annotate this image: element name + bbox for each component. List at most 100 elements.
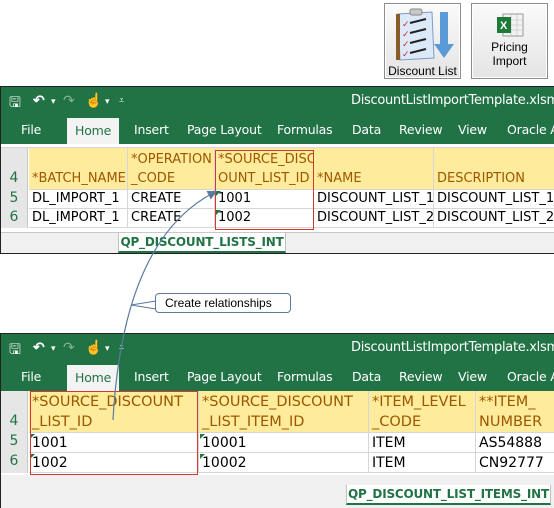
table-cell[interactable]: 1001 (29, 433, 199, 453)
touch-dropdown-icon[interactable]: ▾ (105, 343, 110, 354)
tab-view[interactable]: View (458, 369, 487, 384)
number-as-text-indicator (200, 434, 205, 439)
sheet-tab-qp-discount-lists-int[interactable]: QP_DISCOUNT_LISTS_INT (118, 233, 286, 253)
tab-formulas[interactable]: Formulas (277, 122, 333, 137)
callout-pointer (130, 300, 157, 310)
undo-dropdown-icon[interactable]: ▾ (51, 96, 56, 107)
table-cell[interactable]: DL_IMPORT_1 (29, 209, 128, 228)
table-cell[interactable]: AS54888 (476, 433, 554, 453)
header-cell[interactable]: DESCRIPTION (434, 148, 554, 190)
header-cell[interactable]: *SOURCE_DISCOUNT_LIST_ID (215, 148, 314, 190)
header-cell[interactable]: *ITEM_LEVEL _CODE (369, 391, 476, 433)
excel-window-discount-list-items: 🖫 ↶ ▾ ↷ ☝ ▾ ⩡ DiscountListImportTemplate… (0, 333, 554, 508)
tab-home[interactable]: Home (67, 365, 120, 391)
table-cell[interactable]: 1002 (29, 453, 199, 473)
svg-text:✓: ✓ (402, 29, 410, 39)
header-cell[interactable]: **ITEM_ NUMBER (476, 391, 554, 433)
table-cell[interactable]: DISCOUNT_LIST_1 (314, 190, 434, 209)
table-cell[interactable]: ITEM (369, 433, 476, 453)
table-cell[interactable]: 1002 (215, 209, 314, 228)
sheet-tabs-bar: QP_DISCOUNT_LIST_ITEMS_INT (1, 475, 554, 508)
discount-list-label: Discount List (388, 64, 457, 78)
table-cell[interactable]: 1001 (215, 190, 314, 209)
customize-qat-icon[interactable]: ⩡ (119, 342, 124, 353)
tab-page-layout[interactable]: Page Layout (187, 122, 262, 137)
touch-dropdown-icon[interactable]: ▾ (105, 96, 110, 107)
callout-create-relationships: Create relationships (155, 293, 291, 313)
undo-icon[interactable]: ↶ (33, 92, 45, 109)
row-header-5[interactable]: 5 (1, 190, 28, 209)
header-cell[interactable]: *SOURCE_DISCOUNT_LIST_ID (29, 391, 199, 433)
header-line2: _CODE (131, 171, 176, 186)
tab-insert[interactable]: Insert (134, 122, 169, 137)
row-header-5[interactable]: 5 (1, 433, 28, 453)
row-header-6[interactable]: 6 (1, 209, 28, 228)
tab-oracle[interactable]: Oracle A (507, 369, 554, 384)
tab-formulas[interactable]: Formulas (277, 369, 333, 384)
table-cell[interactable]: DL_IMPORT_1 (29, 190, 128, 209)
table-cell[interactable]: CN92777 (476, 453, 554, 473)
header-line1 (32, 150, 127, 169)
ribbon-tabs: File Home Insert Page Layout Formulas Da… (1, 115, 554, 144)
table-cell[interactable]: DISCOUNT_LIST_2 (434, 209, 554, 228)
sheet-tabs-bar: QP_DISCOUNT_LISTS_INT (1, 232, 554, 253)
header-line1: **ITEM_ (479, 394, 536, 410)
number-as-text-indicator (30, 434, 35, 439)
table-cell[interactable]: CREATE (128, 209, 215, 228)
save-icon[interactable]: 🖫 (9, 92, 21, 116)
number-as-text-indicator (216, 191, 221, 196)
tab-file[interactable]: File (21, 122, 41, 137)
touch-mode-icon[interactable]: ☝ (85, 92, 102, 109)
excel-icon: X (497, 13, 524, 37)
header-line2: *BATCH_NAME (32, 171, 126, 186)
header-cell[interactable]: *SOURCE_DISCOUNT _LIST_ITEM_ID (199, 391, 369, 433)
header-line2: *NAME (317, 171, 362, 186)
tab-view[interactable]: View (458, 122, 487, 137)
svg-text:X: X (500, 20, 508, 32)
undo-dropdown-icon[interactable]: ▾ (51, 343, 56, 354)
title-bar: 🖫 ↶ ▾ ↷ ☝ ▾ ⩡ DiscountListImportTemplate… (1, 334, 554, 362)
tab-home[interactable]: Home (67, 118, 120, 144)
table-cell[interactable]: DISCOUNT_LIST_2 (314, 209, 434, 228)
header-line2: _LIST_ITEM_ID (202, 414, 305, 430)
discount-list-button[interactable]: ✓ ✓ ✓ ✓ Discount List (384, 3, 461, 79)
table-cell[interactable]: 10001 (199, 433, 369, 453)
header-cell[interactable]: *OPERATION _CODE (128, 148, 215, 190)
header-line2: NUMBER (479, 414, 543, 430)
excel-window-discount-lists: 🖫 ↶ ▾ ↷ ☝ ▾ ⩡ DiscountListImportTemplate… (0, 86, 554, 254)
ribbon-tabs: File Home Insert Page Layout Formulas Da… (1, 362, 554, 391)
table-cell[interactable]: 10002 (199, 453, 369, 473)
row-header-6[interactable]: 6 (1, 453, 28, 473)
header-line1 (317, 150, 433, 169)
tab-review[interactable]: Review (399, 369, 443, 384)
save-icon[interactable]: 🖫 (9, 339, 21, 363)
tab-data[interactable]: Data (352, 369, 381, 384)
header-line1: *SOURCE_DISCOUNT (32, 394, 183, 410)
redo-icon[interactable]: ↷ (63, 92, 75, 109)
row-header-4[interactable]: 4 (1, 148, 28, 190)
header-cell[interactable]: *NAME (314, 148, 434, 190)
header-cell[interactable]: *BATCH_NAME (29, 148, 128, 190)
table-cell[interactable]: ITEM (369, 453, 476, 473)
pricing-import-button[interactable]: X Pricing Import (471, 3, 548, 79)
number-as-text-indicator (216, 210, 221, 215)
title-bar: 🖫 ↶ ▾ ↷ ☝ ▾ ⩡ DiscountListImportTemplate… (1, 87, 554, 115)
undo-icon[interactable]: ↶ (33, 339, 45, 356)
tab-review[interactable]: Review (399, 122, 443, 137)
tab-file[interactable]: File (21, 369, 41, 384)
sheet-tab-qp-discount-list-items-int[interactable]: QP_DISCOUNT_LIST_ITEMS_INT (346, 485, 551, 505)
tab-page-layout[interactable]: Page Layout (187, 369, 262, 384)
redo-icon[interactable]: ↷ (63, 339, 75, 356)
customize-qat-icon[interactable]: ⩡ (119, 95, 124, 106)
number-as-text-indicator (30, 454, 35, 459)
svg-text:✓: ✓ (402, 49, 410, 59)
touch-mode-icon[interactable]: ☝ (85, 339, 102, 356)
window-title: DiscountListImportTemplate.xlsm - (351, 340, 554, 355)
row-header-4[interactable]: 4 (1, 391, 28, 433)
tab-data[interactable]: Data (352, 122, 381, 137)
table-cell[interactable]: DISCOUNT_LIST_1 (434, 190, 554, 209)
tab-insert[interactable]: Insert (134, 369, 169, 384)
tab-oracle[interactable]: Oracle A (507, 122, 554, 137)
header-line1: *OPERATION (131, 152, 212, 167)
table-cell[interactable]: CREATE (128, 190, 215, 209)
